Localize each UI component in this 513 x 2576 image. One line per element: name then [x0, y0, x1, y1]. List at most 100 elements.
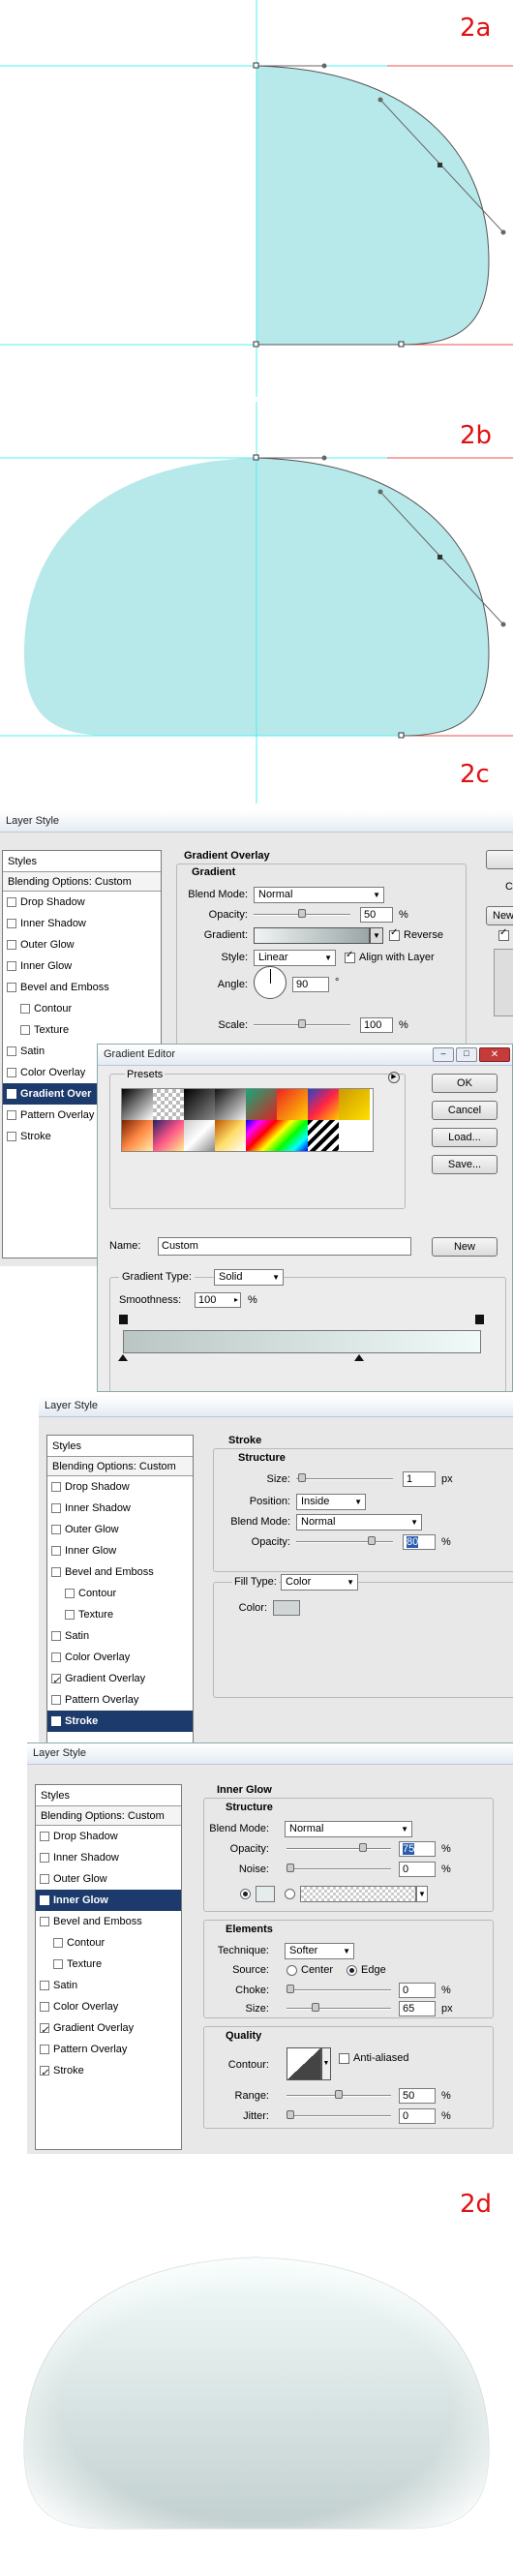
range-slider[interactable]: [287, 2090, 391, 2099]
choke-input[interactable]: 0: [399, 1983, 436, 1998]
angle-input[interactable]: 90: [292, 977, 329, 992]
gradient-radio[interactable]: [285, 1889, 295, 1899]
checkbox-icon[interactable]: [7, 1046, 16, 1056]
style-item-stroke[interactable]: Stroke: [36, 2060, 181, 2084]
slider-thumb[interactable]: [335, 2090, 343, 2099]
scale-slider[interactable]: [254, 1019, 350, 1028]
jitter-input[interactable]: 0: [399, 2108, 436, 2124]
checkbox-icon[interactable]: [51, 1546, 61, 1556]
checkbox-icon[interactable]: [51, 1631, 61, 1641]
slider-thumb[interactable]: [298, 909, 306, 918]
style-item-contour[interactable]: Contour: [47, 1583, 193, 1604]
styles-header[interactable]: Styles: [47, 1436, 193, 1457]
checkbox-icon[interactable]: [51, 1652, 61, 1662]
checkbox-icon[interactable]: [65, 1589, 75, 1598]
scale-input[interactable]: 100: [360, 1017, 393, 1033]
style-item-inner-shadow[interactable]: Inner Shadow: [3, 913, 161, 934]
checkbox-icon[interactable]: [20, 1004, 30, 1014]
style-item-inner-shadow[interactable]: Inner Shadow: [36, 1847, 181, 1868]
checkbox-icon[interactable]: [7, 897, 16, 907]
style-item-outer-glow[interactable]: Outer Glow: [3, 934, 161, 955]
preset-grid[interactable]: [121, 1088, 374, 1152]
slider-thumb[interactable]: [287, 1985, 294, 1993]
checkbox-icon[interactable]: [40, 1917, 49, 1926]
contour-dropdown-icon[interactable]: ▼: [321, 2047, 331, 2080]
name-input[interactable]: Custom: [158, 1237, 411, 1256]
preset-swatch[interactable]: [122, 1120, 153, 1151]
checkbox-icon[interactable]: [40, 1853, 49, 1863]
gradient-swatch[interactable]: [254, 927, 370, 944]
style-item-inner-glow[interactable]: Inner Glow: [3, 955, 161, 977]
preset-swatch[interactable]: [153, 1120, 184, 1151]
style-item-contour[interactable]: Contour: [3, 998, 161, 1019]
source-center-radio[interactable]: [287, 1965, 297, 1976]
align-checkbox[interactable]: [345, 950, 355, 963]
style-item-inner-glow[interactable]: Inner Glow: [36, 1890, 181, 1914]
checkbox-icon[interactable]: [53, 1938, 63, 1948]
reverse-checkbox[interactable]: [389, 927, 400, 941]
preset-swatch[interactable]: [277, 1120, 308, 1151]
jitter-slider[interactable]: [287, 2110, 391, 2119]
gradient-bar[interactable]: [123, 1330, 481, 1353]
style-item-color-overlay[interactable]: Color Overlay: [47, 1647, 193, 1668]
checkbox-icon[interactable]: [7, 961, 16, 971]
smoothness-input[interactable]: 100 ▸: [195, 1292, 241, 1308]
ok-button[interactable]: OK: [432, 1074, 498, 1093]
checkbox-icon[interactable]: [53, 1959, 63, 1969]
checkbox-icon[interactable]: [40, 2045, 49, 2054]
style-item-stroke[interactable]: Stroke: [47, 1711, 193, 1735]
opacity-input[interactable]: 75: [399, 1841, 436, 1857]
checkbox-icon[interactable]: [51, 1503, 61, 1513]
color-stop-mid-icon[interactable]: [354, 1354, 364, 1361]
checkbox-icon[interactable]: [40, 2020, 49, 2042]
preset-swatch[interactable]: [308, 1089, 339, 1120]
checkbox-icon[interactable]: [20, 1025, 30, 1035]
gradient-dropdown-icon[interactable]: ▼: [416, 1886, 428, 1902]
ok-button-cropped[interactable]: [486, 850, 513, 869]
preset-swatch[interactable]: [277, 1089, 308, 1120]
contour-picker[interactable]: [287, 2047, 321, 2080]
style-item-inner-shadow[interactable]: Inner Shadow: [47, 1498, 193, 1519]
checkbox-icon[interactable]: [51, 1671, 61, 1692]
style-item-gradient-overlay[interactable]: Gradient Overlay: [47, 1668, 193, 1692]
style-item-color-overlay[interactable]: Color Overlay: [36, 1996, 181, 2017]
blending-options-item[interactable]: Blending Options: Custom: [36, 1806, 181, 1826]
load-button[interactable]: Load...: [432, 1128, 498, 1147]
style-item-inner-glow[interactable]: Inner Glow: [47, 1540, 193, 1561]
checkbox-icon[interactable]: [40, 1981, 49, 1990]
preset-swatch[interactable]: [308, 1120, 339, 1151]
checkbox-icon[interactable]: [40, 1874, 49, 1884]
checkbox-icon[interactable]: [7, 1086, 16, 1107]
presets-menu-icon[interactable]: ▶: [388, 1072, 400, 1083]
checkbox-icon[interactable]: [40, 2002, 49, 2012]
blend-mode-select[interactable]: Normal: [285, 1821, 412, 1837]
size-slider[interactable]: [287, 2003, 391, 2012]
angle-dial[interactable]: [254, 966, 287, 999]
opacity-slider[interactable]: [254, 909, 350, 918]
opacity-input[interactable]: 50: [360, 907, 393, 923]
size-input[interactable]: 65: [399, 2001, 436, 2016]
position-select[interactable]: Inside: [296, 1494, 366, 1510]
preview-checkbox[interactable]: [498, 927, 509, 941]
style-item-drop-shadow[interactable]: Drop Shadow: [36, 1826, 181, 1847]
glow-color-swatch[interactable]: [256, 1886, 275, 1902]
range-input[interactable]: 50: [399, 2088, 436, 2104]
style-item-bevel[interactable]: Bevel and Emboss: [36, 1911, 181, 1932]
checkbox-icon[interactable]: [7, 983, 16, 992]
checkbox-icon[interactable]: [40, 2063, 49, 2084]
style-item-gradient-overlay[interactable]: Gradient Overlay: [36, 2017, 181, 2042]
style-item-pattern-overlay[interactable]: Pattern Overlay: [47, 1689, 193, 1711]
stepper-icon[interactable]: ▸: [234, 1293, 238, 1307]
preset-swatch[interactable]: [246, 1120, 277, 1151]
slider-thumb[interactable]: [287, 1864, 294, 1872]
checkbox-icon[interactable]: [7, 940, 16, 950]
gradient-type-select[interactable]: Solid: [214, 1269, 284, 1286]
new-button[interactable]: New: [432, 1237, 498, 1257]
style-item-drop-shadow[interactable]: Drop Shadow: [47, 1476, 193, 1498]
fill-type-select[interactable]: Color: [281, 1574, 358, 1591]
preset-swatch[interactable]: [122, 1089, 153, 1120]
preset-swatch[interactable]: [153, 1089, 184, 1120]
choke-slider[interactable]: [287, 1985, 391, 1993]
style-item-satin[interactable]: Satin: [36, 1975, 181, 1996]
opacity-slider[interactable]: [296, 1536, 393, 1545]
